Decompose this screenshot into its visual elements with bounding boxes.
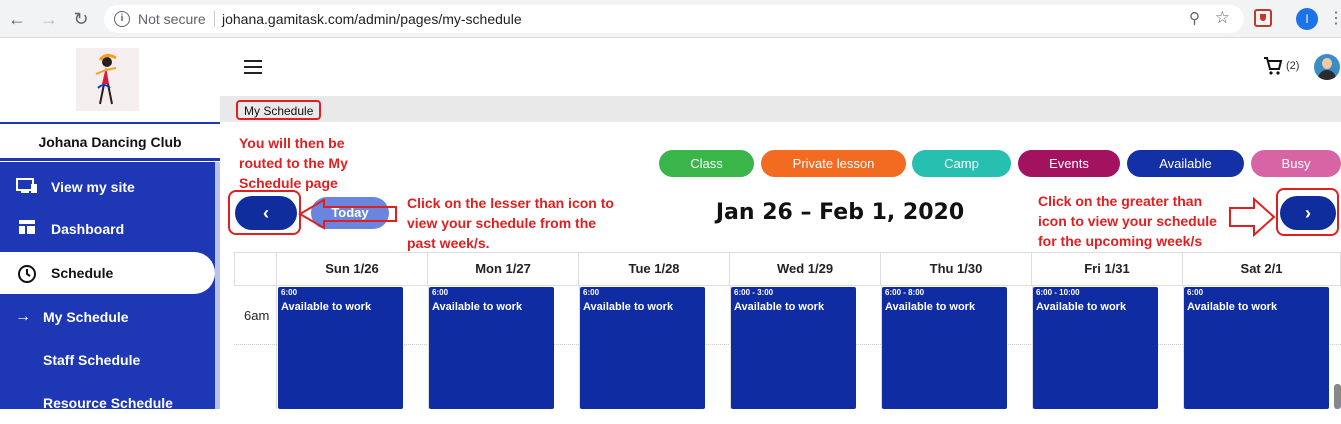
event-title: Available to work xyxy=(1036,301,1127,313)
legend-busy: Busy xyxy=(1251,150,1341,177)
event-time: 6:00 - 8:00 xyxy=(885,288,925,297)
date-range-title: Jan 26 – Feb 1, 2020 xyxy=(715,200,965,225)
cart-icon[interactable] xyxy=(1263,56,1283,76)
user-avatar[interactable] xyxy=(1314,54,1340,80)
divider xyxy=(0,158,220,161)
sidebar-item-label: Dashboard xyxy=(51,221,125,237)
breadcrumb[interactable]: My Schedule xyxy=(236,100,322,120)
sidebar-item-dashboard[interactable]: Dashboard xyxy=(0,208,215,250)
sidebar-item-label: Staff Schedule xyxy=(43,352,141,368)
sidebar-item-resource-schedule[interactable]: Resource Schedule xyxy=(0,382,215,424)
divider xyxy=(214,11,215,27)
event-title: Available to work xyxy=(432,301,523,313)
sidebar-item-label: View my site xyxy=(51,179,135,195)
next-week-button[interactable]: › xyxy=(1280,196,1336,230)
event-title: Available to work xyxy=(734,301,825,313)
event-title: Available to work xyxy=(885,301,976,313)
event-time: 6:00 - 10:00 xyxy=(1036,288,1080,297)
top-bar: (2) xyxy=(220,38,1341,96)
clock-icon xyxy=(16,264,38,283)
sidebar-item-my-schedule[interactable]: → My Schedule xyxy=(0,296,215,338)
event-title: Available to work xyxy=(281,301,372,313)
event-block[interactable]: 6:00 Available to work xyxy=(580,287,705,409)
event-block[interactable]: 6:00 Available to work xyxy=(278,287,403,409)
time-header xyxy=(234,252,277,286)
bookmark-star-icon[interactable]: ☆ xyxy=(1215,8,1230,28)
info-icon[interactable]: i xyxy=(114,11,130,27)
monitor-icon xyxy=(16,178,38,196)
dashboard-icon xyxy=(16,220,38,238)
event-block[interactable]: 6:00 - 10:00 Available to work xyxy=(1033,287,1158,409)
annotation-left-arrow xyxy=(298,198,397,230)
legend-camp: Camp xyxy=(912,150,1011,177)
sidebar-item-view-my-site[interactable]: View my site xyxy=(0,166,215,208)
browser-menu-icon[interactable]: ⋮ xyxy=(1328,8,1341,28)
club-name: Johana Dancing Club xyxy=(38,134,182,150)
day-header-tue[interactable]: Tue 1/28 xyxy=(579,252,730,286)
time-column xyxy=(234,286,277,409)
breadcrumb-bar xyxy=(220,96,1341,122)
annotation-line: Click on the greater than xyxy=(1038,193,1203,209)
event-time: 6:00 xyxy=(281,288,298,297)
annotation-line: Click on the lesser than icon to xyxy=(407,195,614,211)
address-bar[interactable]: i Not secure johana.gamitask.com/admin/p… xyxy=(104,5,1244,33)
legend-class: Class xyxy=(659,150,754,177)
reload-icon[interactable]: ↻ xyxy=(70,8,92,30)
day-header-sun[interactable]: Sun 1/26 xyxy=(277,252,428,286)
event-title: Available to work xyxy=(583,301,674,313)
event-time: 6:00 xyxy=(432,288,449,297)
profile-avatar[interactable]: I xyxy=(1296,8,1318,30)
event-time: 6:00 xyxy=(1187,288,1204,297)
annotation-line: past week/s. xyxy=(407,235,490,251)
arrow-right-icon: → xyxy=(15,308,31,325)
sidebar-item-staff-schedule[interactable]: Staff Schedule xyxy=(0,339,215,381)
legend-private-lesson: Private lesson xyxy=(761,150,906,177)
url-text[interactable]: johana.gamitask.com/admin/pages/my-sched… xyxy=(222,11,522,27)
time-label: 6am xyxy=(244,308,270,323)
prev-week-button[interactable]: ‹ xyxy=(235,196,297,230)
sidebar-item-schedule[interactable]: Schedule xyxy=(0,252,215,294)
extension-icon[interactable] xyxy=(1254,9,1272,27)
annotation-lesser: Click on the lesser than icon to view yo… xyxy=(407,193,614,253)
sidebar-item-label: My Schedule xyxy=(43,309,129,325)
sidebar: Johana Dancing Club View my site Dashboa… xyxy=(0,38,220,411)
annotation-line: for the upcoming week/s xyxy=(1038,233,1203,249)
sidebar-item-label: Schedule xyxy=(51,265,114,281)
annotation-line: icon to view your schedule xyxy=(1038,213,1217,229)
event-block[interactable]: 6:00 Available to work xyxy=(1184,287,1329,409)
club-logo[interactable] xyxy=(76,48,139,111)
security-label: Not secure xyxy=(138,11,206,27)
brand-area: Johana Dancing Club xyxy=(0,38,220,162)
menu-icon[interactable] xyxy=(244,60,262,74)
event-block[interactable]: 6:00 Available to work xyxy=(429,287,554,409)
annotation-line: You will then be xyxy=(239,135,345,151)
forward-icon[interactable]: → xyxy=(38,8,60,30)
annotation-greater: Click on the greater than icon to view y… xyxy=(1038,191,1217,251)
browser-toolbar: ← → ↻ i Not secure johana.gamitask.com/a… xyxy=(0,0,1341,38)
event-block[interactable]: 6:00 - 8:00 Available to work xyxy=(882,287,1007,409)
page-scrollbar[interactable] xyxy=(1334,384,1341,409)
back-icon[interactable]: ← xyxy=(6,8,28,30)
divider xyxy=(0,122,220,124)
sidebar-scrollbar[interactable] xyxy=(215,162,220,409)
annotation-routed: You will then be routed to the My Schedu… xyxy=(239,133,348,193)
day-header-mon[interactable]: Mon 1/27 xyxy=(428,252,579,286)
day-header-fri[interactable]: Fri 1/31 xyxy=(1032,252,1183,286)
annotation-line: routed to the My xyxy=(239,155,348,171)
event-time: 6:00 - 3:00 xyxy=(734,288,774,297)
day-header-sat[interactable]: Sat 2/1 xyxy=(1183,252,1341,286)
event-time: 6:00 xyxy=(583,288,600,297)
event-title: Available to work xyxy=(1187,301,1278,313)
day-header-thu[interactable]: Thu 1/30 xyxy=(881,252,1032,286)
day-header-wed[interactable]: Wed 1/29 xyxy=(730,252,881,286)
annotation-line: view your schedule from the xyxy=(407,215,597,231)
cart-count: (2) xyxy=(1286,60,1300,72)
event-block[interactable]: 6:00 - 3:00 Available to work xyxy=(731,287,856,409)
legend-events: Events xyxy=(1018,150,1120,177)
zoom-icon[interactable]: ⚲ xyxy=(1189,9,1200,27)
legend-available: Available xyxy=(1127,150,1244,177)
annotation-right-arrow xyxy=(1229,196,1276,238)
